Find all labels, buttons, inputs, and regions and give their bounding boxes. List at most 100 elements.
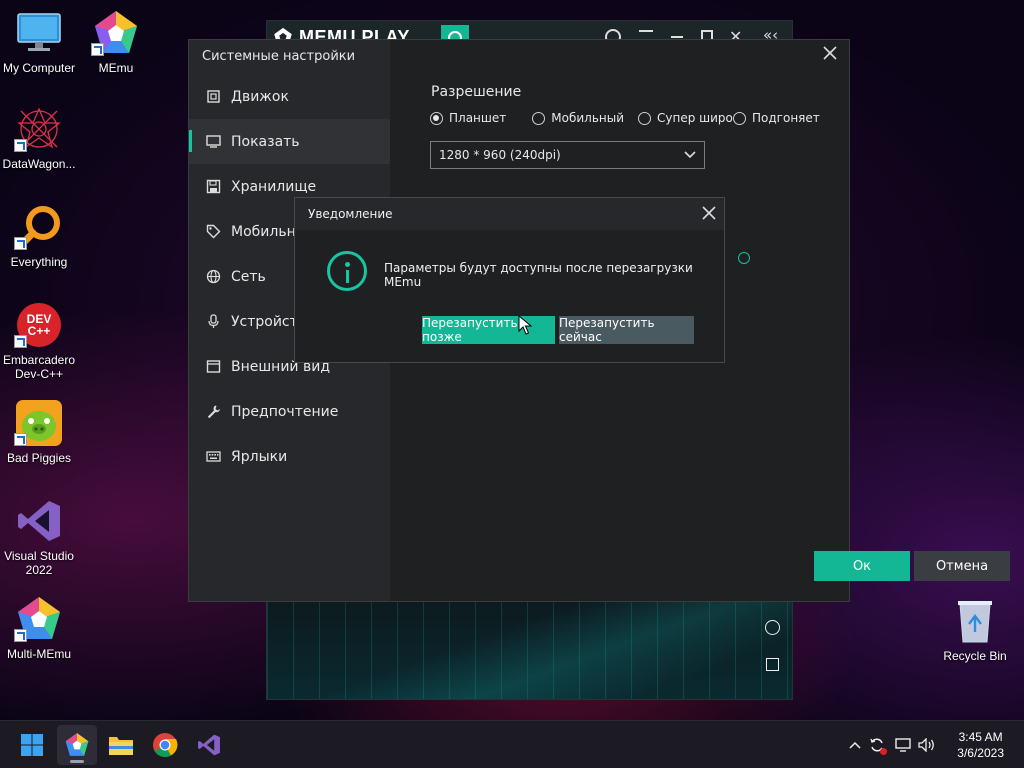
clock-date: 3/6/2023 (957, 746, 1004, 760)
radio-label: Супер широк (657, 111, 734, 125)
network-icon[interactable] (890, 738, 916, 752)
settings-close-icon[interactable] (823, 46, 841, 64)
visual-studio-icon (14, 496, 64, 546)
globe-icon (205, 269, 221, 285)
system-clock[interactable]: 3:45 AM 3/6/2023 (957, 729, 1004, 761)
radio-dot (733, 111, 747, 125)
chevron-up-icon[interactable] (846, 741, 864, 749)
shortcut-arrow-icon (14, 139, 27, 152)
clock-time: 3:45 AM (958, 730, 1003, 744)
radio-dot (638, 111, 652, 125)
chevron-down-icon (683, 148, 697, 165)
sidebar-item-label: Устройст (231, 313, 298, 330)
desktop-icon-everything[interactable]: Everything (0, 202, 81, 269)
shortcut-arrow-icon (14, 629, 27, 642)
computer-icon (14, 8, 64, 58)
wrench-icon (205, 404, 221, 420)
ok-button[interactable]: Ок (814, 551, 910, 581)
sidebar-item-label: Движок (231, 88, 289, 105)
desktop-icon-datawagon[interactable]: DataWagon... (0, 104, 81, 171)
sidebar-item-label: Хранилище (231, 178, 317, 195)
square-button-icon[interactable] (766, 658, 779, 671)
desktop-icon-label: Multi-MEmu (6, 647, 71, 661)
recycle-bin-icon (950, 596, 1000, 646)
info-circle-icon (327, 251, 367, 291)
system-tray (846, 721, 938, 768)
desktop-icon-label: Everything (10, 255, 68, 269)
error-badge-icon (880, 748, 887, 755)
desktop-icon-memu[interactable]: MEmu (74, 8, 158, 75)
info-icon[interactable] (738, 252, 750, 264)
tag-icon (205, 224, 221, 240)
windows-start-icon[interactable] (12, 725, 52, 765)
shortcut-arrow-icon (14, 335, 27, 348)
sidebar-item-label: Показать (231, 133, 300, 150)
notification-close-icon[interactable] (702, 206, 716, 223)
radio-mobile[interactable]: Мобильный (532, 111, 624, 125)
desktop-icon-devcpp[interactable]: DEV C++ Embarcadero Dev-C++ (0, 300, 81, 381)
desktop-icon-label: MEmu (98, 61, 134, 75)
microphone-icon (205, 314, 221, 330)
radio-fit[interactable]: Подгоняет (733, 111, 820, 125)
sidebar-item-label: Ярлыки (231, 448, 288, 465)
mouse-cursor-icon (518, 315, 532, 335)
restart-later-button[interactable]: Перезапустить позже (422, 316, 555, 344)
visual-studio-icon[interactable] (189, 725, 229, 765)
resolution-title: Разрешение (431, 84, 522, 100)
devcpp-logo-text: DEV C++ (26, 312, 52, 338)
radio-label: Подгоняет (752, 111, 820, 125)
resolution-select-value: 1280 * 960 (240dpi) (439, 148, 561, 162)
radio-label: Планшет (449, 111, 507, 125)
notification-dialog: Уведомление Параметры будут доступны пос… (294, 197, 725, 363)
chip-icon (205, 89, 221, 105)
circle-button-icon[interactable] (765, 620, 780, 635)
desktop-icon-label: Visual Studio 2022 (4, 549, 74, 577)
taskbar: 3:45 AM 3/6/2023 (0, 720, 1024, 768)
sidebar-item-label: Сеть (231, 268, 266, 285)
radio-label: Мобильный (551, 111, 625, 125)
android-screen-area[interactable] (267, 599, 792, 699)
desktop-icon-multi-memu[interactable]: Multi-MEmu (0, 594, 81, 661)
window-icon (205, 359, 221, 375)
settings-title: Системные настройки (202, 49, 356, 64)
sidebar-item-preferences[interactable]: Предпочтение (189, 389, 390, 434)
notification-title: Уведомление (295, 198, 724, 230)
file-explorer-icon[interactable] (101, 725, 141, 765)
memu-icon[interactable] (57, 725, 97, 765)
chrome-icon[interactable] (145, 725, 185, 765)
notification-message: Параметры будут доступны после перезагру… (384, 261, 693, 289)
radio-dot (430, 111, 443, 125)
shortcut-arrow-icon (14, 237, 27, 250)
sidebar-item-display[interactable]: Показать (189, 119, 390, 164)
sidebar-item-engine[interactable]: Движок (189, 74, 390, 119)
sidebar-item-label: Предпочтение (231, 403, 339, 420)
multi-memu-icon (14, 594, 64, 644)
desktop-icon-label: Embarcadero Dev-C++ (2, 353, 76, 381)
desktop-icon-visual-studio[interactable]: Visual Studio 2022 (0, 496, 81, 577)
desktop-icon-my-computer[interactable]: My Computer (0, 8, 81, 75)
restart-now-button[interactable]: Перезапустить сейчас (559, 316, 694, 344)
devcpp-icon: DEV C++ (14, 300, 64, 350)
desktop-icon-label: DataWagon... (2, 157, 76, 171)
save-icon (205, 179, 221, 195)
desktop-icon-recycle-bin[interactable]: Recycle Bin (933, 596, 1017, 663)
cancel-button[interactable]: Отмена (914, 551, 1010, 581)
radio-tablet[interactable]: Планшет (430, 111, 506, 125)
radio-super-wide[interactable]: Супер широк (638, 111, 733, 125)
bad-piggies-icon (14, 398, 64, 448)
desktop-icon-label: Bad Piggies (6, 451, 72, 465)
volume-icon[interactable] (916, 738, 938, 752)
memu-app-icon (91, 8, 141, 58)
monitor-icon (205, 134, 221, 150)
shortcut-arrow-icon (14, 433, 27, 446)
minimize-icon[interactable] (671, 36, 683, 38)
resolution-radio-group: Планшет Мобильный Супер широк Подгоняет (430, 111, 834, 125)
desktop-icon-label: Recycle Bin (943, 649, 1007, 663)
radio-dot (532, 111, 546, 125)
everything-icon (14, 202, 64, 252)
sidebar-item-shortcuts[interactable]: Ярлыки (189, 434, 390, 479)
shortcut-arrow-icon (91, 43, 104, 56)
sync-icon[interactable] (864, 737, 890, 755)
resolution-select[interactable]: 1280 * 960 (240dpi) (430, 141, 705, 169)
desktop-icon-bad-piggies[interactable]: Bad Piggies (0, 398, 81, 465)
